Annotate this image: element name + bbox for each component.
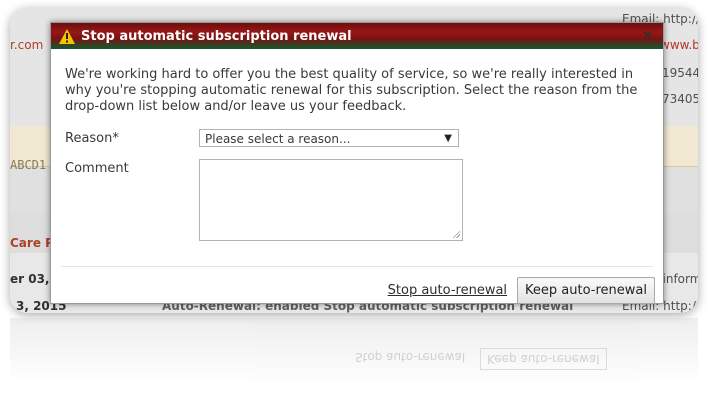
comment-label: Comment: [65, 161, 129, 176]
dialog-header: Stop automatic subscription renewal ×: [51, 23, 663, 49]
stop-renewal-dialog: Stop automatic subscription renewal × We…: [50, 22, 664, 304]
reason-select[interactable]: Please select a reason... ▼: [199, 129, 459, 147]
reflection-keep-button: Keep auto-renewal: [480, 348, 607, 370]
reason-selected-value: Please select a reason...: [205, 132, 351, 146]
resize-handle-icon[interactable]: [452, 230, 460, 238]
reason-row: Reason* Please select a reason... ▼: [65, 129, 649, 153]
stop-auto-renewal-link[interactable]: Stop auto-renewal: [388, 283, 507, 298]
dialog-intro-text: We're working hard to offer you the best…: [65, 67, 638, 114]
footer-divider: [61, 266, 653, 267]
comment-textarea[interactable]: [199, 159, 463, 241]
keep-auto-renewal-button[interactable]: Keep auto-renewal: [517, 277, 655, 304]
dialog-body: We're working hard to offer you the best…: [51, 49, 663, 249]
reflection: Keep auto-renewal Stop auto-renewal: [10, 318, 698, 396]
dropdown-arrow-icon: ▼: [444, 133, 452, 144]
dialog-title: Stop automatic subscription renewal: [81, 28, 352, 44]
screenshot-frame: r.com ABCD1 Care Pl er 03, 20 3, 2015 Em…: [10, 8, 698, 313]
reflection-stop-link: Stop auto-renewal: [355, 350, 466, 364]
close-icon[interactable]: ×: [642, 28, 653, 43]
reason-label: Reason*: [65, 131, 119, 146]
dialog-footer: Stop auto-renewal Keep auto-renewal: [388, 277, 655, 304]
warning-icon: [59, 28, 75, 44]
comment-row: Comment: [65, 159, 649, 249]
